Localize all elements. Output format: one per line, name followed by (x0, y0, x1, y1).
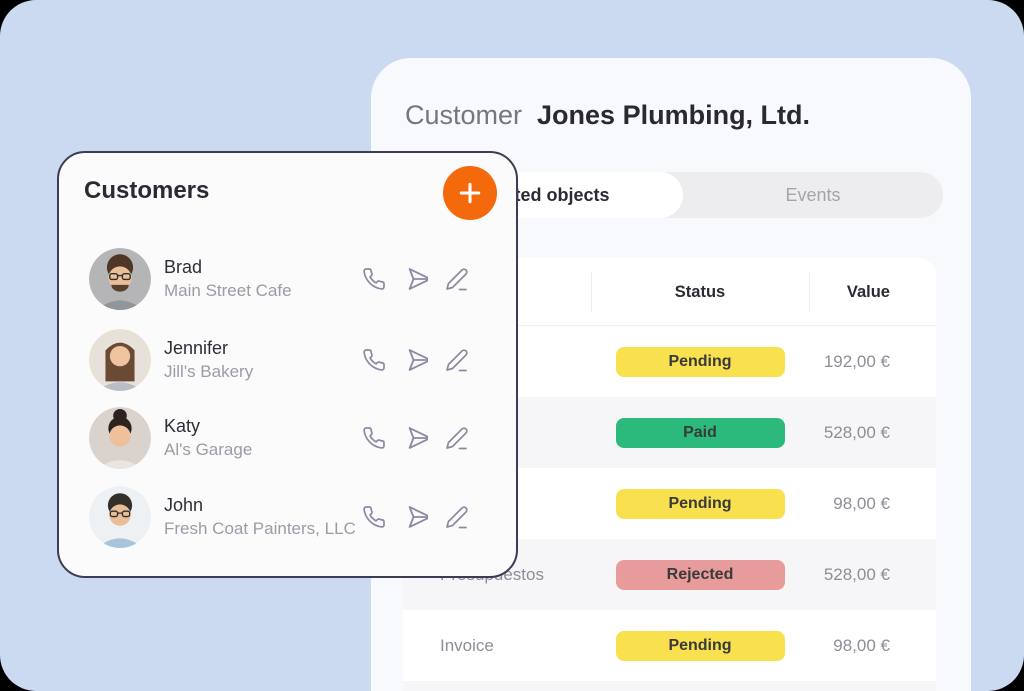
customer-company: Al's Garage (164, 440, 252, 460)
send-icon[interactable] (401, 265, 429, 293)
status-badge: Pending (616, 347, 785, 377)
table-row-partial (403, 681, 936, 691)
value-cell: 528,00 € (809, 539, 936, 610)
customer-list-item[interactable]: Jennifer Jill's Bakery (59, 329, 516, 391)
customer-company: Main Street Cafe (164, 281, 292, 301)
column-header-value: Value (809, 258, 936, 326)
avatar (89, 407, 151, 469)
value-cell: 98,00 € (809, 610, 936, 681)
send-icon[interactable] (401, 503, 429, 531)
customer-company: Fresh Coat Painters, LLC (164, 519, 356, 539)
add-customer-button[interactable] (443, 166, 497, 220)
avatar (89, 248, 151, 310)
phone-icon[interactable] (360, 503, 388, 531)
customer-title-label: Customer (405, 100, 522, 130)
customer-company: Jill's Bakery (164, 362, 253, 382)
customer-name: Jennifer (164, 338, 253, 359)
customer-name: Katy (164, 416, 252, 437)
page-title: Customer Jones Plumbing, Ltd. (405, 100, 810, 131)
phone-icon[interactable] (360, 265, 388, 293)
avatar (89, 329, 151, 391)
customer-list-item[interactable]: Brad Main Street Cafe (59, 248, 516, 310)
send-icon[interactable] (401, 346, 429, 374)
table-row[interactable]: Invoice Pending 98,00 € (403, 610, 936, 681)
send-icon[interactable] (401, 424, 429, 452)
plus-icon (456, 179, 484, 207)
edit-icon[interactable] (443, 424, 471, 452)
customers-card: Customers B (57, 151, 518, 578)
app-canvas: CustomerJones Plumbing, Ltd. Related obj… (0, 0, 1024, 691)
object-name-cell: Invoice (440, 610, 494, 681)
customers-heading: Customers (84, 177, 209, 205)
status-badge: Pending (616, 489, 785, 519)
customer-list-item[interactable]: John Fresh Coat Painters, LLC (59, 486, 516, 548)
value-cell: 98,00 € (809, 468, 936, 539)
customer-list-item[interactable]: Katy Al's Garage (59, 407, 516, 469)
edit-icon[interactable] (443, 503, 471, 531)
status-badge: Rejected (616, 560, 785, 590)
column-header-status: Status (591, 258, 809, 326)
phone-icon[interactable] (360, 424, 388, 452)
status-badge: Pending (616, 631, 785, 661)
edit-icon[interactable] (443, 346, 471, 374)
customer-name: John (164, 495, 356, 516)
customer-name: Jones Plumbing, Ltd. (537, 100, 810, 130)
value-cell: 528,00 € (809, 397, 936, 468)
avatar (89, 486, 151, 548)
edit-icon[interactable] (443, 265, 471, 293)
status-badge: Paid (616, 418, 785, 448)
customer-name: Brad (164, 257, 292, 278)
phone-icon[interactable] (360, 346, 388, 374)
value-cell: 192,00 € (809, 326, 936, 397)
tab-events[interactable]: Events (683, 172, 943, 218)
